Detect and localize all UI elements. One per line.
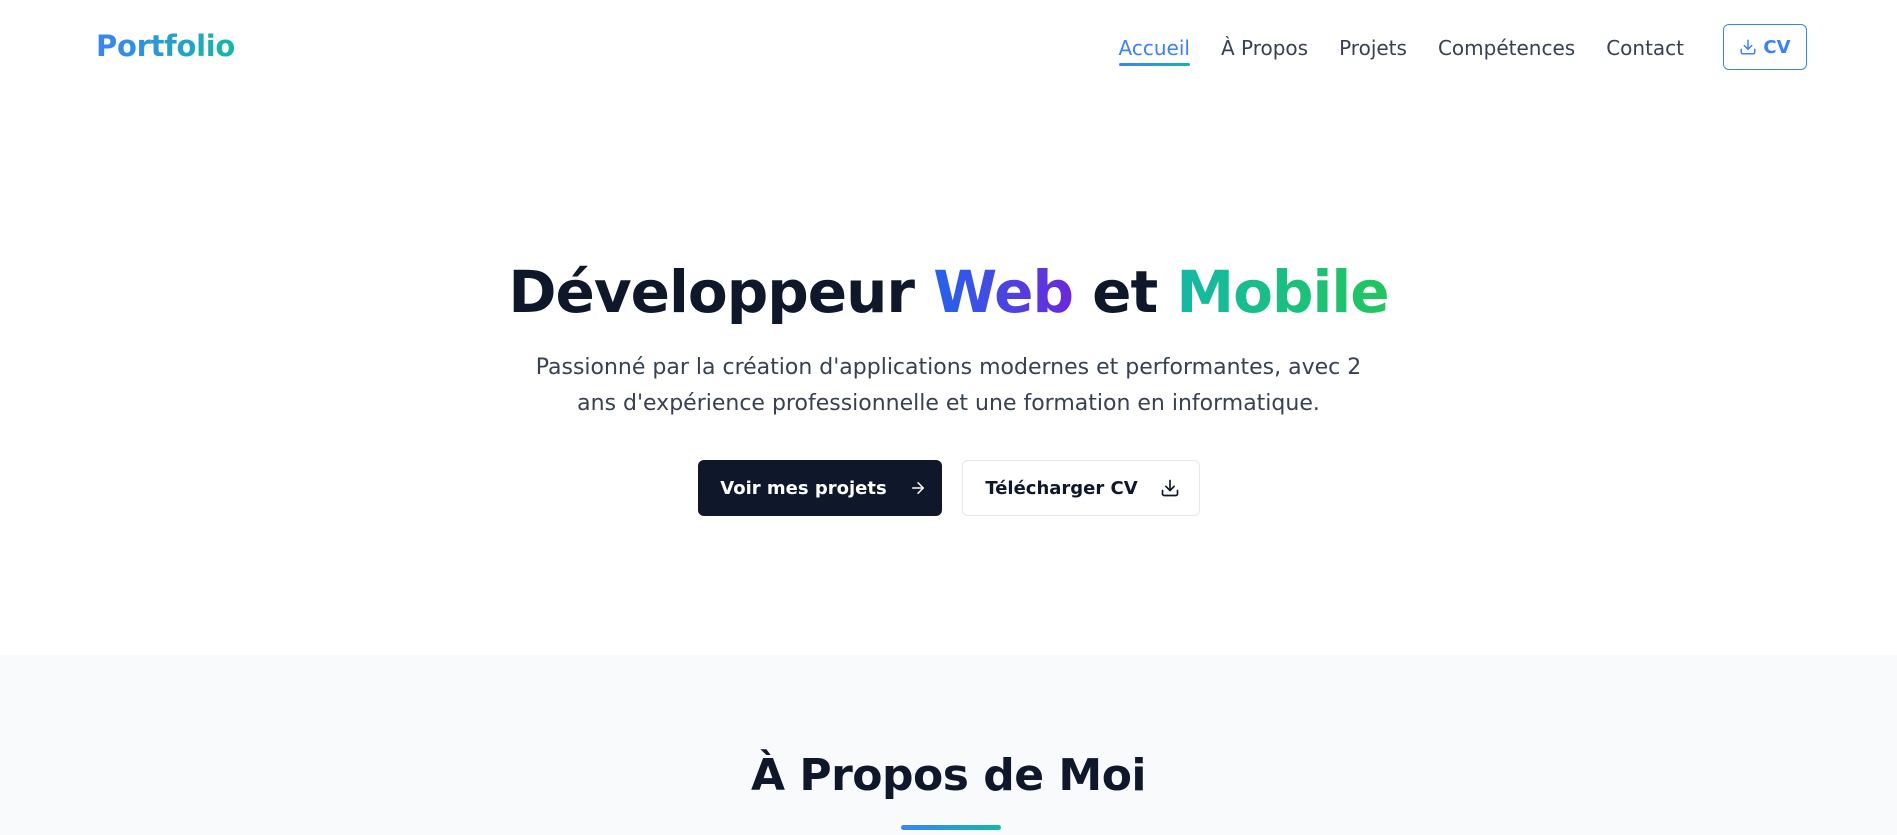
nav-item-projets[interactable]: Projets	[1339, 33, 1407, 63]
download-icon	[1739, 38, 1757, 56]
about-title: À Propos de Moi	[750, 750, 1147, 801]
view-projects-button[interactable]: Voir mes projets	[697, 460, 942, 516]
hero-subtitle: Passionné par la création d'applications…	[535, 355, 1362, 416]
download-cv-button[interactable]: Télécharger CV	[961, 460, 1200, 516]
about-section: À Propos de Moi	[0, 655, 1897, 835]
view-projects-label: Voir mes projets	[720, 477, 887, 499]
main-nav: Accueil À Propos Projets Compétences Con…	[1118, 33, 1684, 66]
site-header: Portfolio Accueil À Propos Projets Compé…	[0, 0, 1897, 96]
arrow-right-icon	[909, 479, 927, 497]
hero-title-mobile: Mobile	[1176, 258, 1389, 326]
about-title-underline	[901, 825, 1001, 830]
hero-section: Développeur Web et Mobile Passionné par …	[0, 96, 1897, 655]
hero-title: Développeur Web et Mobile	[0, 256, 1897, 328]
nav-item-accueil[interactable]: Accueil	[1118, 33, 1191, 66]
nav-item-a-propos[interactable]: À Propos	[1221, 33, 1308, 63]
hero-title-web: Web	[933, 258, 1074, 326]
nav-item-competences[interactable]: Compétences	[1438, 33, 1575, 63]
hero-title-part1: Développeur	[508, 258, 934, 326]
nav-item-contact[interactable]: Contact	[1606, 33, 1684, 63]
download-icon	[1160, 478, 1180, 498]
hero-title-part3: et	[1072, 258, 1177, 326]
cv-button-label: CV	[1763, 36, 1791, 58]
hero-buttons: Voir mes projets Télécharger CV	[0, 460, 1897, 516]
download-cv-label: Télécharger CV	[985, 477, 1138, 499]
cv-download-button[interactable]: CV	[1723, 24, 1807, 70]
logo[interactable]: Portfolio	[96, 28, 235, 64]
